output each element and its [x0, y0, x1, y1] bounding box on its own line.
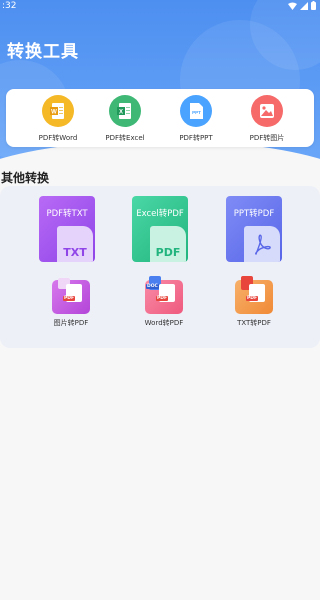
tool-pdf-to-ppt[interactable]: PPT PDF转PPT	[161, 95, 231, 143]
item-txt-to-pdf[interactable]: PDF TXT转PDF	[226, 274, 282, 328]
card-label: Excel转PDF	[136, 209, 184, 219]
status-time: :32	[2, 1, 17, 11]
txt-doc-icon: TXT	[57, 226, 93, 262]
card-pdf-to-txt[interactable]: PDF转TXT TXT	[39, 196, 95, 262]
image-to-pdf-icon: PDF	[48, 274, 94, 316]
tool-bar: W PDF转Word X PDF转Excel PPT PDF转PPT PDF转图…	[6, 89, 314, 147]
word-to-pdf-icon: DOC PDF	[141, 274, 187, 316]
section-title: 其他转换	[1, 171, 50, 185]
card-excel-to-pdf[interactable]: Excel转PDF PDF	[132, 196, 188, 262]
item-label: TXT转PDF	[237, 319, 271, 327]
tool-label: PDF转图片	[249, 134, 285, 142]
item-label: Word转PDF	[144, 319, 184, 327]
page-title: 转换工具	[7, 42, 79, 62]
svg-text:PPT: PPT	[192, 110, 201, 115]
other-conversion-panel: PDF转TXT TXT Excel转PDF PDF PPT转PDF PDF 图片…	[0, 186, 320, 348]
card-ext: PDF	[155, 246, 181, 259]
image-doc-icon	[251, 95, 283, 127]
ppt-doc-icon: PPT	[180, 95, 212, 127]
status-bar: :32	[0, 0, 320, 14]
status-icons	[288, 1, 316, 10]
item-label: 图片转PDF	[53, 319, 89, 327]
svg-text:W: W	[51, 110, 57, 116]
tool-pdf-to-image[interactable]: PDF转图片	[232, 95, 302, 143]
svg-text:X: X	[119, 110, 123, 116]
card-label: PDF转TXT	[46, 209, 88, 219]
item-word-to-pdf[interactable]: DOC PDF Word转PDF	[136, 274, 192, 328]
card-ext: TXT	[63, 246, 87, 259]
signal-icon	[300, 1, 308, 10]
tool-label: PDF转Word	[38, 134, 78, 142]
doc-tag: DOC	[146, 284, 159, 289]
pdf-tag: PDF	[246, 296, 259, 301]
card-label: PPT转PDF	[233, 209, 275, 219]
tool-pdf-to-word[interactable]: W PDF转Word	[23, 95, 93, 143]
tool-pdf-to-excel[interactable]: X PDF转Excel	[90, 95, 160, 143]
pdf-tag: PDF	[63, 296, 76, 301]
item-image-to-pdf[interactable]: PDF 图片转PDF	[43, 274, 99, 328]
wifi-icon	[288, 2, 297, 10]
card-ppt-to-pdf[interactable]: PPT转PDF	[226, 196, 282, 262]
txt-to-pdf-icon: PDF	[231, 274, 277, 316]
excel-doc-icon: X	[109, 95, 141, 127]
tool-label: PDF转Excel	[105, 134, 145, 142]
tool-label: PDF转PPT	[179, 134, 213, 142]
battery-icon	[311, 1, 316, 10]
word-doc-icon: W	[42, 95, 74, 127]
acrobat-doc-icon	[244, 226, 280, 262]
pdf-tag: PDF	[156, 296, 169, 301]
pdf-doc-icon: PDF	[150, 226, 186, 262]
